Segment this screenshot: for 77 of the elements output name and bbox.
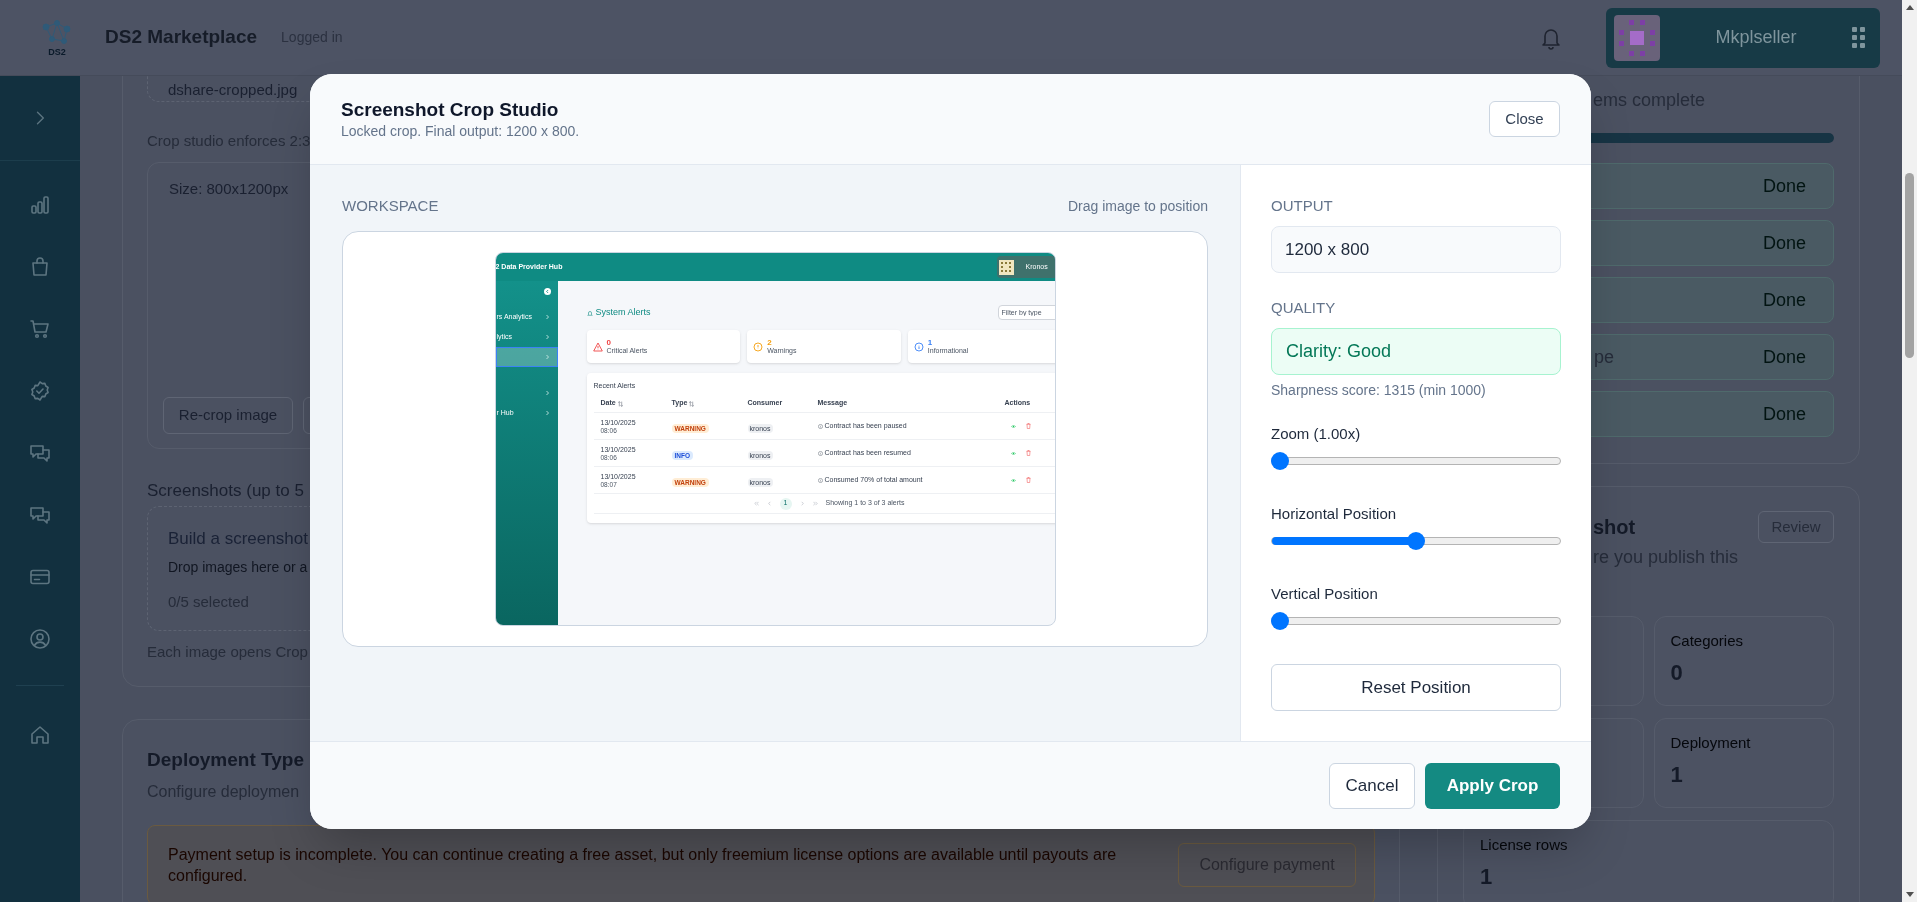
eye-icon[interactable] [1010,423,1016,429]
avatar-icon [998,259,1014,275]
info-circle-icon [817,477,823,483]
bell-icon [586,309,593,316]
stat-label: Deployment [1670,733,1751,753]
workspace-label: WORKSPACE [342,195,439,216]
stat-label: License rows [1480,835,1568,855]
user-menu[interactable]: Mkplseller [1606,7,1880,68]
page-title: System Alerts [595,305,651,319]
card-title: Deployment Type [147,748,304,772]
sort-icon[interactable] [617,400,623,407]
stat-value: 0 [606,338,612,347]
alert-circle-icon [753,341,764,352]
user-circle-icon[interactable] [28,627,52,651]
eye-icon[interactable] [1010,450,1016,456]
status-text: Done [1762,231,1806,255]
user-name: Mkplseller [1714,26,1798,49]
brand-title: DS2 Marketplace [105,25,258,50]
slider-thumb[interactable] [1271,612,1289,630]
quality-label: QUALITY [1271,298,1336,318]
info-circle-icon [817,423,823,429]
chevron-right-icon [544,354,550,360]
chevron-right-icon [544,314,550,320]
output-field: 1200 x 800 [1271,226,1561,273]
chevron-right-icon [544,390,550,396]
cart-icon[interactable] [28,317,52,341]
warning-triangle-icon [592,341,603,352]
trash-icon[interactable] [1025,450,1031,456]
quality-status: Clarity: Good [1271,328,1561,375]
logo-text: DS2 [48,46,66,57]
trash-icon[interactable] [1025,477,1031,483]
slider-label: Vertical Position [1271,584,1378,604]
apply-button[interactable]: Apply Crop [1425,762,1560,809]
slider-label: Zoom (1.00x) [1271,424,1361,444]
scrollbar[interactable] [1902,0,1917,902]
stat-value: 1 [1670,761,1683,789]
dropzone-text: Drop images here or a [168,558,308,577]
dialog-title: Screenshot Crop Studio [341,98,559,122]
grid-icon[interactable] [1852,26,1866,49]
trash-icon[interactable] [1025,423,1031,429]
chevron-right-icon [544,334,550,340]
stat-value: 1 [927,338,934,347]
slider-track[interactable] [1271,537,1561,545]
stat-value: 0 [1670,659,1683,687]
notice-text: Payment setup is incomplete. You can continue creating a free asset, but only freemium license options are available until payouts are configured. [168,845,1118,886]
home-icon[interactable] [28,723,52,747]
nav-item[interactable] [495,347,558,367]
dialog-subtitle: Locked crop. Final output: 1200 x 800. [341,122,580,140]
close-button[interactable]: Close [1489,101,1560,137]
sharpness-text: Sharpness score: 1315 (min 1000) [1271,381,1486,400]
status-text: Done [1762,345,1806,369]
info-circle-icon [817,450,823,456]
slider-label: Horizontal Position [1271,504,1397,524]
sort-icon[interactable] [689,400,695,407]
workspace-hint: Drag image to position [1067,196,1208,216]
network-icon [40,18,74,47]
output-label: OUTPUT [1271,196,1333,216]
scrollbar-thumb[interactable] [1905,173,1914,358]
bar-chart-icon[interactable] [28,193,52,217]
stat-label: Categories [1670,631,1744,651]
reset-button[interactable]: Reset Position [1271,664,1561,711]
stat-value: 1 [1480,863,1493,891]
crop-frame[interactable] [342,231,1208,647]
stat-value: 2 [767,338,773,347]
collapse-icon[interactable] [543,288,551,295]
status-text: Done [1762,288,1806,312]
status-text: Done [1762,174,1806,198]
card-title: shot [1593,515,1636,540]
badge-check-icon[interactable] [28,379,52,403]
slider-thumb[interactable] [1271,452,1289,470]
eye-icon[interactable] [1010,477,1016,483]
slider-thumb[interactable] [1407,532,1425,550]
info-circle-icon [913,341,924,352]
chevron-right-icon [544,410,550,416]
avatar-icon [1614,14,1660,61]
cancel-button[interactable]: Cancel [1329,762,1415,809]
status-text: Done [1762,402,1806,426]
